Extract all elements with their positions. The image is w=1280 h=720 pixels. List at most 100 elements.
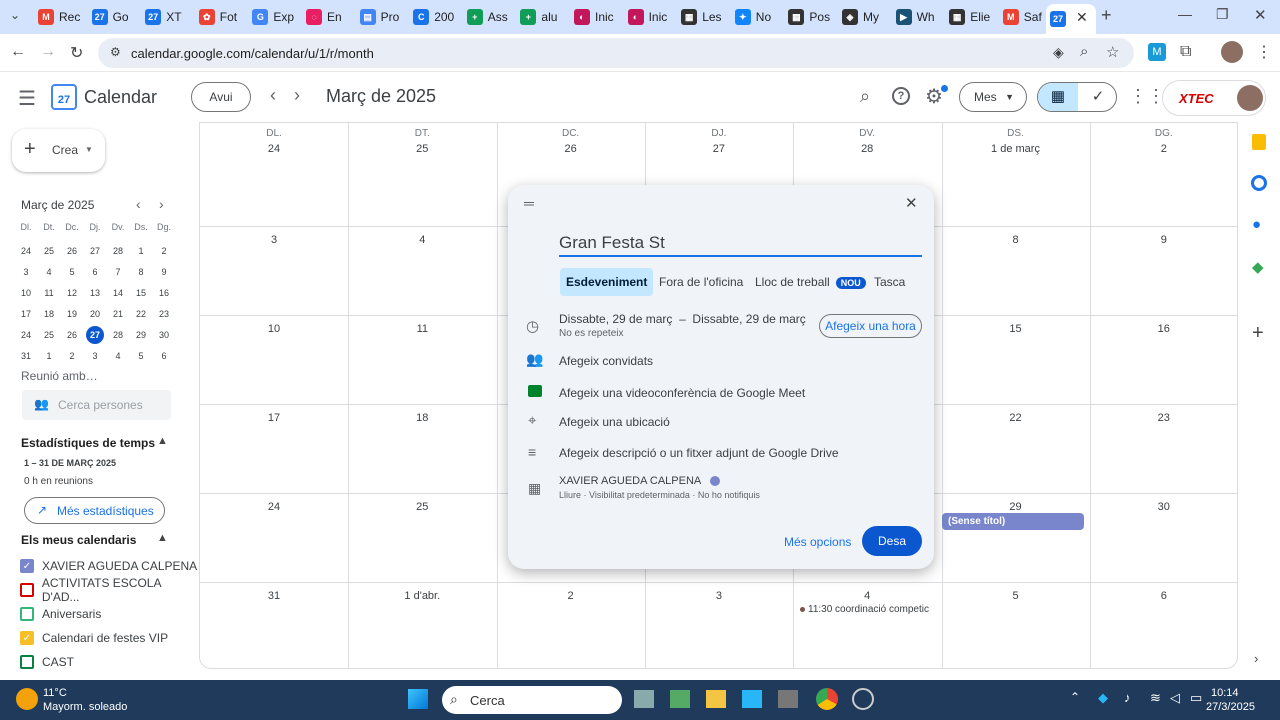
event-type-tab[interactable]: Lloc de treball NOU (749, 268, 872, 296)
more-options-button[interactable]: Més opcions (784, 535, 851, 549)
browser-tab[interactable]: M Rec (38, 6, 86, 28)
day-cell-number[interactable]: 15 (942, 323, 1090, 335)
mini-day[interactable]: 7 (107, 263, 129, 281)
tasks-view-icon[interactable]: ✓ (1078, 83, 1116, 111)
add-addon-icon[interactable]: + (1252, 322, 1264, 345)
mic-icon[interactable]: ♪ (1124, 690, 1131, 705)
mini-day[interactable]: 2 (61, 347, 83, 365)
browser-tab[interactable]: + Ass (466, 6, 515, 28)
contacts-icon[interactable]: ● (1252, 216, 1261, 233)
profile-avatar[interactable] (1221, 41, 1243, 63)
browser-tab[interactable]: ▶ Wh (895, 6, 944, 28)
day-cell-number[interactable]: 2 (1090, 143, 1238, 155)
mini-day[interactable]: 2 (153, 242, 175, 260)
day-cell-number[interactable]: 10 (200, 323, 348, 335)
day-cell-number[interactable]: 5 (942, 590, 1090, 602)
extensions-puzzle-icon[interactable]: ⧉ (1180, 43, 1191, 61)
browser-tab[interactable]: ◈ My (842, 6, 890, 28)
reload-icon[interactable]: ↻ (70, 43, 83, 63)
mini-day[interactable]: 1 (130, 242, 152, 260)
event-date-range[interactable]: Dissabte, 29 de març – Dissabte, 29 de m… (559, 312, 806, 326)
view-select[interactable]: Mes ▼ (959, 82, 1027, 112)
calendar-item[interactable]: Aniversaris (20, 604, 101, 624)
day-cell-number[interactable]: 16 (1090, 323, 1238, 335)
event-type-tab[interactable]: Esdeveniment (560, 268, 654, 296)
battery-icon[interactable]: ▭ (1190, 690, 1202, 706)
day-cell-number[interactable]: 4 (793, 590, 941, 602)
event-coordinacio[interactable]: 11:30 coordinació competic (800, 604, 929, 615)
mini-day[interactable]: 19 (61, 305, 83, 323)
next-month-icon[interactable]: › (294, 85, 300, 106)
browser-tab[interactable]: + alu (520, 6, 568, 28)
clock-date[interactable]: 27/3/2025 (1206, 701, 1255, 713)
keep-icon[interactable] (1252, 134, 1266, 150)
mini-day[interactable]: 27 (84, 242, 106, 260)
close-tab-icon[interactable]: ✕ (1076, 9, 1088, 26)
browser-tab[interactable]: 27 XT (145, 6, 193, 28)
event-title-input[interactable]: Gran Festa St (559, 229, 922, 257)
mini-day[interactable]: 26 (61, 242, 83, 260)
calendar-checkbox[interactable] (20, 607, 34, 621)
browser-tab[interactable]: ✦ No (734, 6, 783, 28)
today-button[interactable]: Avui (191, 82, 251, 112)
forward-icon[interactable]: → (40, 43, 56, 61)
browser-menu-icon[interactable]: ⋮ (1256, 42, 1272, 62)
mini-day[interactable]: 12 (61, 284, 83, 302)
task-view-icon[interactable] (634, 690, 654, 708)
my-calendars-collapse-icon[interactable]: ▲ (157, 532, 168, 544)
mini-next-icon[interactable]: › (159, 196, 164, 212)
day-cell-number[interactable]: 1 d'abr. (348, 590, 496, 602)
browser-tab[interactable]: ◌ En (306, 6, 354, 28)
day-cell-number[interactable]: 24 (200, 143, 348, 155)
calendar-item[interactable]: ACTIVITATS ESCOLA D'AD... (20, 576, 200, 604)
mini-day[interactable]: 6 (153, 347, 175, 365)
day-cell-number[interactable]: 26 (497, 143, 645, 155)
minimize-icon[interactable]: — (1178, 6, 1192, 22)
add-guests[interactable]: Afegeix convidats (559, 354, 653, 368)
new-tab-icon[interactable]: + (1101, 5, 1112, 26)
day-cell-number[interactable]: 3 (200, 234, 348, 246)
mini-day[interactable]: 30 (153, 326, 175, 344)
day-cell-number[interactable]: 24 (200, 501, 348, 513)
mini-day[interactable]: 8 (130, 263, 152, 281)
stats-title[interactable]: Estadístiques de temps (21, 436, 155, 450)
event-type-tab[interactable]: Tasca (868, 268, 911, 296)
mini-day[interactable]: 24 (15, 326, 37, 344)
volume-icon[interactable]: ◁ (1170, 690, 1180, 706)
mini-day-today[interactable]: 27 (86, 326, 104, 344)
chrome-icon[interactable] (816, 688, 838, 710)
mini-day[interactable]: 5 (130, 347, 152, 365)
day-cell-number[interactable]: 29 (942, 501, 1090, 513)
day-cell-number[interactable]: 18 (348, 412, 496, 424)
browser-tab[interactable]: ✿ Fot (198, 6, 247, 28)
mini-day[interactable]: 1 (38, 347, 60, 365)
browser-tab[interactable]: ◐ Inic (627, 6, 676, 28)
clock-time[interactable]: 10:14 (1211, 687, 1239, 699)
site-info-icon[interactable]: ⚙ (110, 45, 121, 59)
add-time-button[interactable]: Afegeix una hora (819, 314, 922, 338)
calendar-checkbox[interactable]: ✓ (20, 631, 34, 645)
file-explorer-icon[interactable] (706, 690, 726, 708)
mini-day[interactable]: 28 (107, 326, 129, 344)
stats-collapse-icon[interactable]: ▲ (157, 435, 168, 447)
my-calendars-title[interactable]: Els meus calendaris (21, 533, 136, 547)
mini-day[interactable]: 5 (61, 263, 83, 281)
event-type-tab[interactable]: Fora de l'oficina (653, 268, 749, 296)
mini-day[interactable]: 26 (61, 326, 83, 344)
day-cell-number[interactable]: 3 (645, 590, 793, 602)
calendar-item[interactable]: ✓ XAVIER AGUEDA CALPENA (20, 556, 197, 576)
mini-day[interactable]: 11 (38, 284, 60, 302)
browser-tab[interactable]: ▦ Pos (788, 6, 836, 28)
url-text[interactable]: calendar.google.com/calendar/u/1/r/month (131, 46, 374, 61)
day-cell-number[interactable]: 6 (1090, 590, 1238, 602)
untitled-event-chip[interactable]: (Sense títol) (942, 513, 1084, 530)
browser-tab[interactable]: ▦ Elie (949, 6, 997, 28)
browser-tab[interactable]: ◐ Inic (574, 6, 622, 28)
mini-day[interactable]: 3 (15, 263, 37, 281)
mini-day[interactable]: 25 (38, 242, 60, 260)
bookmark-star-icon[interactable]: ☆ (1106, 43, 1119, 61)
day-cell-number[interactable]: 9 (1090, 234, 1238, 246)
previous-month-icon[interactable]: ‹ (270, 85, 276, 106)
calendar-checkbox[interactable]: ✓ (20, 559, 34, 573)
mini-day[interactable]: 3 (84, 347, 106, 365)
